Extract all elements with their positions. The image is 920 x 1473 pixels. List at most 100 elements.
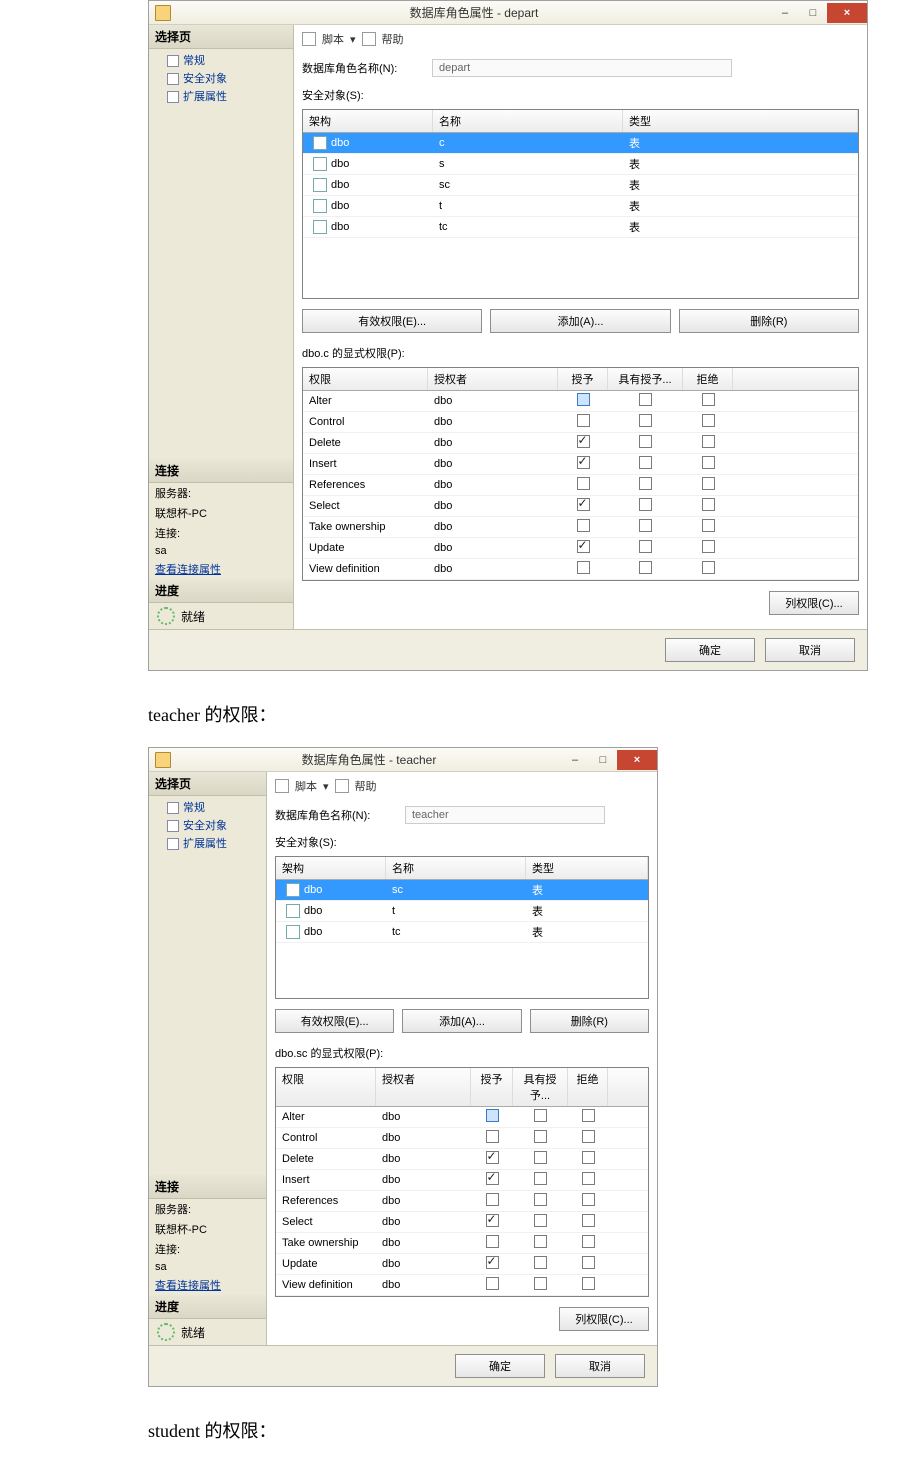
wgrant-cell[interactable] [513,1254,568,1274]
checkbox[interactable] [486,1172,499,1185]
ok-button[interactable]: 确定 [455,1354,545,1378]
maximize-button[interactable]: □ [799,3,827,23]
grant-cell[interactable] [471,1107,513,1127]
col-perm[interactable]: 权限 [303,368,428,390]
wgrant-cell[interactable] [608,391,683,411]
grant-cell[interactable] [558,454,608,474]
deny-cell[interactable] [683,517,733,537]
checkbox[interactable] [582,1214,595,1227]
table-row[interactable]: View definitiondbo [303,559,858,580]
checkbox[interactable] [486,1256,499,1269]
sidebar-item[interactable]: 安全对象 [167,816,262,834]
securables-grid[interactable]: 架构 名称 类型 dbosc表dbot表dbotc表 [275,856,649,999]
checkbox[interactable] [534,1172,547,1185]
deny-cell[interactable] [683,538,733,558]
table-row[interactable]: Controldbo [303,412,858,433]
titlebar[interactable]: 数据库角色属性 - teacher – □ × [149,748,657,772]
sidebar-item[interactable]: 扩展属性 [167,834,262,852]
table-row[interactable]: Insertdbo [276,1170,648,1191]
wgrant-cell[interactable] [608,454,683,474]
table-row[interactable]: Updatedbo [303,538,858,559]
col-name[interactable]: 名称 [386,857,526,879]
table-row[interactable]: Referencesdbo [303,475,858,496]
sidebar-item[interactable]: 扩展属性 [167,87,289,105]
wgrant-cell[interactable] [608,496,683,516]
deny-cell[interactable] [568,1191,608,1211]
checkbox[interactable] [534,1277,547,1290]
permissions-grid[interactable]: 权限 授权者 授予 具有授予... 拒绝 AlterdboControldboD… [302,367,859,581]
grant-cell[interactable] [471,1128,513,1148]
table-row[interactable]: Take ownershipdbo [276,1233,648,1254]
deny-cell[interactable] [568,1275,608,1295]
col-schema[interactable]: 架构 [276,857,386,879]
close-button[interactable]: × [617,750,657,770]
table-row[interactable]: dbosc表 [303,175,858,196]
help-button[interactable]: 帮助 [355,778,377,794]
checkbox[interactable] [534,1130,547,1143]
checkbox[interactable] [702,435,715,448]
minimize-button[interactable]: – [771,3,799,23]
checkbox[interactable] [639,498,652,511]
table-row[interactable]: Take ownershipdbo [303,517,858,538]
table-row[interactable]: dbotc表 [276,922,648,943]
wgrant-cell[interactable] [513,1170,568,1190]
checkbox[interactable] [577,540,590,553]
grant-cell[interactable] [558,496,608,516]
table-row[interactable]: Referencesdbo [276,1191,648,1212]
deny-cell[interactable] [683,454,733,474]
checkbox[interactable] [702,393,715,406]
titlebar[interactable]: 数据库角色属性 - depart – □ × [149,1,867,25]
deny-cell[interactable] [683,433,733,453]
ok-button[interactable]: 确定 [665,638,755,662]
deny-cell[interactable] [568,1233,608,1253]
col-grant[interactable]: 授予 [471,1068,513,1106]
col-grant[interactable]: 授予 [558,368,608,390]
wgrant-cell[interactable] [608,517,683,537]
checkbox[interactable] [577,414,590,427]
securables-grid[interactable]: 架构 名称 类型 dboc表dbos表dbosc表dbot表dbotc表 [302,109,859,299]
table-row[interactable]: Updatedbo [276,1254,648,1275]
grant-cell[interactable] [471,1233,513,1253]
wgrant-cell[interactable] [513,1128,568,1148]
grant-cell[interactable] [471,1254,513,1274]
checkbox[interactable] [639,456,652,469]
table-row[interactable]: dbot表 [276,901,648,922]
checkbox[interactable] [639,435,652,448]
script-dropdown[interactable]: 脚本 [322,31,344,47]
grant-cell[interactable] [558,517,608,537]
remove-button[interactable]: 删除(R) [530,1009,649,1033]
col-type[interactable]: 类型 [623,110,858,132]
table-row[interactable]: Alterdbo [303,391,858,412]
checkbox[interactable] [702,414,715,427]
checkbox[interactable] [577,519,590,532]
wgrant-cell[interactable] [608,538,683,558]
checkbox[interactable] [577,561,590,574]
remove-button[interactable]: 删除(R) [679,309,859,333]
help-button[interactable]: 帮助 [382,31,404,47]
wgrant-cell[interactable] [513,1212,568,1232]
add-button[interactable]: 添加(A)... [490,309,670,333]
col-wgrant[interactable]: 具有授予... [513,1068,568,1106]
table-row[interactable]: dboc表 [303,133,858,154]
wgrant-cell[interactable] [513,1107,568,1127]
grant-cell[interactable] [558,391,608,411]
checkbox[interactable] [702,519,715,532]
checkbox[interactable] [486,1214,499,1227]
wgrant-cell[interactable] [608,433,683,453]
checkbox[interactable] [577,498,590,511]
checkbox[interactable] [577,393,590,406]
permissions-grid[interactable]: 权限 授权者 授予 具有授予... 拒绝 AlterdboControldboD… [275,1067,649,1297]
table-row[interactable]: dbos表 [303,154,858,175]
table-row[interactable]: dbot表 [303,196,858,217]
checkbox[interactable] [702,561,715,574]
sidebar-item[interactable]: 常规 [167,798,262,816]
table-row[interactable]: View definitiondbo [276,1275,648,1296]
col-schema[interactable]: 架构 [303,110,433,132]
checkbox[interactable] [486,1130,499,1143]
effective-perm-button[interactable]: 有效权限(E)... [302,309,482,333]
deny-cell[interactable] [568,1107,608,1127]
checkbox[interactable] [577,456,590,469]
wgrant-cell[interactable] [513,1233,568,1253]
checkbox[interactable] [639,561,652,574]
checkbox[interactable] [486,1193,499,1206]
